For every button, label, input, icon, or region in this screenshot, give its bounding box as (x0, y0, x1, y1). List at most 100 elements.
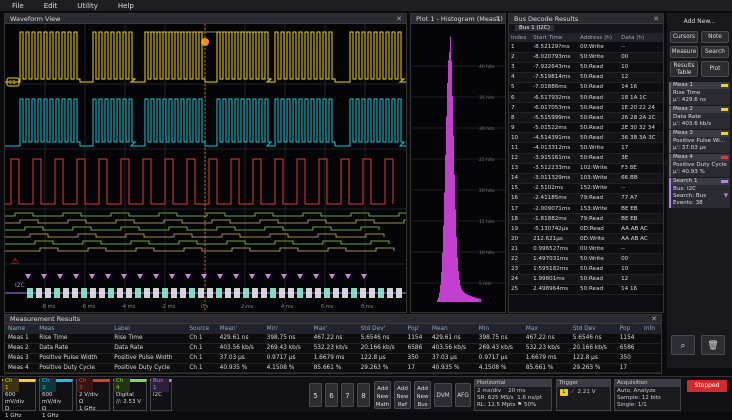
table-row[interactable]: 14 -3.011329ms 103:Write 66 BB (509, 173, 663, 184)
table-row[interactable]: 7 -6.017053ms 50:Read 1E 20 22 24 (509, 102, 663, 114)
search1-badge[interactable]: Search 1 Bus: I2C Search: Bus ▼ Events: 3… (669, 178, 730, 208)
table-row[interactable]: 19 -5.130742µs 0D:Read AA AB AC (509, 223, 663, 235)
table-cell: -7.922643ms (531, 62, 579, 73)
meas-col-header[interactable]: Pop (616, 324, 641, 334)
table-row[interactable]: Meas 4 Positive Duty Cycle Positive Duty C… (5, 363, 661, 374)
meas4-badge[interactable]: Meas 4 Positive Duty Cycle µ': 40.93 % (669, 154, 730, 177)
run-stop-button[interactable]: Stopped (687, 380, 727, 392)
bus-col-header[interactable]: Address (h) (578, 33, 620, 42)
meas-col-header[interactable]: Mean' (216, 324, 264, 334)
close-icon[interactable]: ✕ (495, 14, 501, 24)
table-row[interactable]: 22 1.497031ms 50:Write 00 (509, 253, 663, 265)
bus1-badge[interactable]: Bus 1 I2C (150, 378, 172, 411)
add-new-ref-button[interactable]: Add New Ref (394, 381, 411, 409)
table-row[interactable]: 10 -4.514391ms 50:Read 36 38 3A 3C (509, 132, 663, 144)
table-row[interactable]: 4 -7.519814ms 50:Read 12 (509, 72, 663, 83)
bus-decode-title: Bus Decode Results (514, 15, 579, 23)
meas-col-header[interactable]: Pop' (404, 324, 429, 334)
note-button[interactable]: Note (701, 31, 729, 43)
meas-col-header[interactable]: Max' (310, 324, 358, 334)
close-icon[interactable]: ✕ (651, 315, 657, 324)
table-row[interactable]: 5 -7.01886ms 50:Read 14 16 (509, 82, 663, 93)
plot-button[interactable]: Plot (701, 61, 729, 77)
waveform-canvas[interactable]: C1 I2C ⚠ (5, 24, 406, 312)
table-row[interactable]: 13 -3.512233ms 102:Write F3 8E (509, 163, 663, 174)
trash-icon[interactable]: 🗑 (701, 335, 725, 355)
search-button[interactable]: Search (701, 46, 729, 58)
table-row[interactable]: 6 -6.517932ms 50:Read 18 1A 1C (509, 92, 663, 104)
ch2-badge[interactable]: Ch 2 600 mV/div Ω 1 GHz (39, 378, 73, 419)
bus-col-header[interactable]: Data (h) (619, 33, 663, 42)
table-row[interactable]: 1 -8.52129?ms 00:Write -- (509, 42, 663, 53)
ch6-button[interactable]: 6 (325, 383, 338, 407)
waveform-view[interactable]: Waveform View ✕ C1 I2C ⚠ -8 ms -6 ms -4 ms… (4, 13, 407, 313)
ch4-badge[interactable]: Ch 4 Digital ∕∕: 2.53 V (113, 378, 147, 411)
table-row[interactable]: 20 212.621µs 0D:Write AA AB AC (509, 233, 663, 245)
table-row[interactable]: 23 1.595182ms 50:Read 10 (509, 264, 663, 275)
ch1-badge[interactable]: Ch 1 600 mV/div Ω 1 GHz (2, 378, 36, 419)
add-new-math-button[interactable]: Add New Math (374, 381, 391, 409)
table-row[interactable]: Meas 2 Data Rate Data Rate Ch 1 403.56 kb/s 2… (5, 343, 661, 354)
meas-col-header[interactable]: Source (186, 324, 217, 334)
meas-col-header[interactable]: Max (522, 324, 570, 334)
menu-help[interactable]: Help (118, 2, 134, 10)
ch8-button[interactable]: 8 (357, 383, 370, 407)
table-row[interactable]: 3 -7.922643ms 50:Read 10 (509, 62, 663, 73)
close-icon[interactable]: ✕ (653, 14, 659, 24)
menu-edit[interactable]: Edit (44, 2, 58, 10)
table-row[interactable]: 16 -2.41185ms 79:Read 77 A7 (509, 193, 663, 205)
histogram-plot[interactable]: Plot 1 - Histogram (Meas1) ✕ 40 hits 35 h… (410, 13, 506, 313)
table-row[interactable]: 2 -8.020793ms 50:Write 00 (509, 52, 663, 63)
meas1-badge[interactable]: Meas 1 Rise Time µ': 429.6 ns (669, 82, 730, 105)
table-row[interactable]: 17 -2.009071ms 153:Write BE EB (509, 203, 663, 215)
bus-col-header[interactable]: Start Time (531, 33, 579, 42)
horizontal-badge[interactable]: Horizontal 2 ms/div 20 ms SR: 625 MS/s 1… (474, 379, 552, 411)
table-row[interactable]: Meas 3 Positive Pulse Width Positive Pulse… (5, 353, 661, 364)
table-row[interactable]: 11 -4.013312ms 50:Write 17 (509, 142, 663, 154)
cursors-button[interactable]: Cursors (670, 31, 698, 43)
table-row[interactable]: 8 -5.515999ms 50:Read 26 28 2A 2C (509, 112, 663, 124)
meas-col-header[interactable]: Mean (428, 324, 476, 334)
acquisition-mode: Auto, (617, 388, 632, 394)
tab-bus1[interactable]: Bus 1 (I2C) (515, 25, 554, 31)
table-cell: Ch 1 (186, 353, 217, 364)
bus-col-header[interactable]: Index (509, 33, 532, 42)
table-row[interactable]: 15 -2.5102ms 152:Write -- (509, 183, 663, 194)
meas-col-header[interactable]: Min (475, 324, 523, 334)
close-icon[interactable]: ✕ (396, 14, 402, 24)
add-new-bus-button[interactable]: Add New Bus (414, 381, 431, 409)
table-row[interactable]: 9 -5.01522ms 50:Read 2E 30 32 34 (509, 122, 663, 134)
dvm-button[interactable]: DVM (434, 383, 452, 407)
meas-col-header[interactable]: Label (111, 324, 187, 334)
table-row[interactable]: 24 1.99801ms 50:Read 12 (509, 274, 663, 285)
meas-col-header[interactable]: Name (5, 324, 37, 334)
ch5-button[interactable]: 5 (309, 383, 322, 407)
measure-button[interactable]: Measure (670, 46, 698, 58)
meas-col-header[interactable]: Min' (263, 324, 311, 334)
meas-col-header[interactable]: Meas (36, 324, 112, 334)
meas-col-header[interactable]: Info (641, 324, 661, 334)
table-row[interactable]: 12 -3.915161ms 50:Read 3E (509, 153, 663, 164)
meas2-badge[interactable]: Meas 2 Data Rate µ': 403.6 kb/s (669, 106, 730, 129)
menu-utility[interactable]: Utility (77, 2, 98, 10)
table-row[interactable]: 18 -1.81882ms 79:Read BE EB (509, 213, 663, 225)
table-row[interactable]: 21 0.996527ms 00:Write -- (509, 243, 663, 255)
panel-drag-handle[interactable]: ⋮ (663, 160, 669, 180)
table-cell: Positive Pulse Width (111, 353, 187, 364)
results-table-button[interactable]: Results Table (670, 61, 698, 77)
acquisition-badge[interactable]: Acquisition Auto, Analyze Sample: 12 bit… (614, 379, 681, 411)
afg-button[interactable]: AFG (455, 383, 471, 407)
table-row[interactable]: 25 2.498964ms 50:Read 14 16 (509, 284, 663, 295)
meas-col-header[interactable]: Std Dev' (357, 324, 405, 334)
ch7-button[interactable]: 7 (341, 383, 354, 407)
ch3-badge[interactable]: Ch 3 2 V/div Ω 1 GHz (76, 378, 110, 412)
zoom-icon[interactable]: ⌕ (671, 335, 695, 355)
trigger-badge[interactable]: Trigger 1 ⟋ 2.21 V (556, 379, 611, 411)
meas3-badge[interactable]: Meas 3 Positive Pulse Wi... µ': 37.03 µs (669, 130, 730, 153)
table-row[interactable]: Meas 1 Rise Time Rise Time Ch 1 429.61 ns 398… (5, 333, 661, 345)
meas-col-header[interactable]: Std Dev (569, 324, 617, 334)
table-cell: 37.03 µs (216, 353, 264, 364)
table-cell: 11 (509, 142, 532, 154)
menu-file[interactable]: File (12, 2, 24, 10)
table-cell: 0D:Write (578, 233, 620, 245)
